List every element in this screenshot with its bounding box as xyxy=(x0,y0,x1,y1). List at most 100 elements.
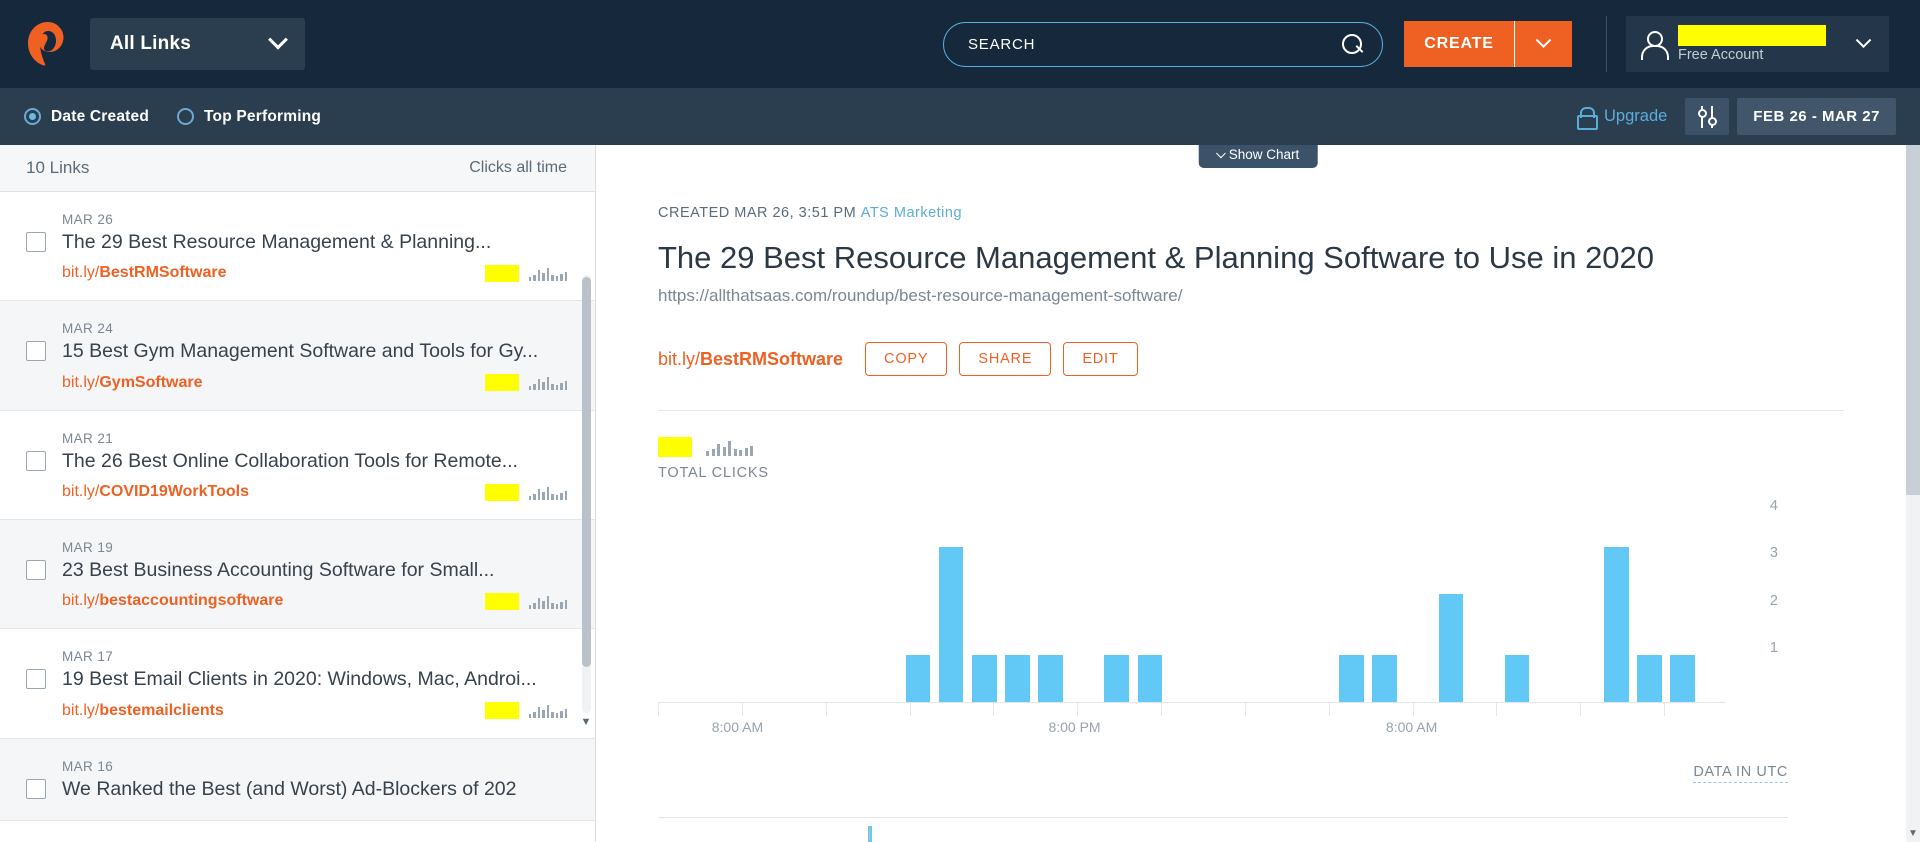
chart-bar[interactable] xyxy=(1670,655,1696,703)
link-item-body: MAR 16 We Ranked the Best (and Worst) Ad-… xyxy=(62,759,567,802)
sort-option-date-created[interactable]: Date Created xyxy=(24,108,149,126)
upgrade-link[interactable]: Upgrade xyxy=(1577,107,1668,130)
chart-bar[interactable] xyxy=(938,546,964,703)
chart-bar[interactable] xyxy=(1438,593,1464,703)
chart-bar[interactable] xyxy=(1504,655,1530,703)
chart-bar[interactable] xyxy=(1372,655,1398,703)
chart-x-tick-label: 8:00 AM xyxy=(1385,719,1438,736)
account-names: Free Account xyxy=(1678,25,1828,63)
search-input[interactable] xyxy=(968,36,1342,53)
link-list-item[interactable]: MAR 17 19 Best Email Clients in 2020: Win… xyxy=(0,629,595,739)
link-actions: bit.ly/BestRMSoftware COPY SHARE EDIT xyxy=(658,342,1844,377)
radio-unselected-icon[interactable] xyxy=(177,108,195,125)
filter-settings-button[interactable] xyxy=(1685,98,1730,135)
chart-tick-mark xyxy=(1161,702,1163,717)
link-checkbox[interactable] xyxy=(26,778,46,799)
short-link-prefix: bit.ly/ xyxy=(658,348,701,369)
sparkline-icon[interactable] xyxy=(528,375,567,391)
chart-y-tick-label: 2 xyxy=(1769,592,1778,609)
main-scrollbar-thumb[interactable] xyxy=(1906,145,1920,495)
link-checkbox[interactable] xyxy=(26,450,46,471)
search-box[interactable] xyxy=(943,22,1383,67)
chart-bar[interactable] xyxy=(1038,655,1063,703)
link-item-date: MAR 24 xyxy=(62,321,114,337)
sidebar-scrollbar-thumb[interactable] xyxy=(582,277,591,667)
created-date-label: CREATED MAR 26, 3:51 PM xyxy=(658,205,857,221)
link-checkbox[interactable] xyxy=(26,669,46,690)
clicks-bar-chart: 1 2 3 4 8:00 AM 8:00 PM 8:00 AM xyxy=(658,495,1788,745)
link-list-item[interactable]: MAR 16 We Ranked the Best (and Worst) Ad-… xyxy=(0,738,595,822)
share-button[interactable]: SHARE xyxy=(959,342,1052,377)
main-scroll-down-arrow[interactable]: ▼ xyxy=(1906,826,1920,842)
account-name-redacted xyxy=(1678,25,1826,46)
radio-selected-icon[interactable] xyxy=(24,108,41,125)
link-item-body: MAR 26 The 29 Best Resource Management & … xyxy=(62,212,567,282)
chart-bar[interactable] xyxy=(1104,655,1129,703)
link-item-title[interactable]: 15 Best Gym Management Software and Tool… xyxy=(62,339,567,364)
link-item-title[interactable]: The 26 Best Online Collaboration Tools f… xyxy=(62,449,567,474)
link-item-short-url[interactable]: bit.ly/GymSoftware xyxy=(62,374,202,392)
search-icon[interactable] xyxy=(1342,33,1364,56)
link-checkbox[interactable] xyxy=(26,560,46,581)
data-in-utc-note[interactable]: DATA IN UTC xyxy=(1693,764,1788,784)
link-item-short-url[interactable]: bit.ly/bestemailclients xyxy=(62,702,224,720)
chart-bars xyxy=(658,495,1726,703)
link-list-item[interactable]: MAR 21 The 26 Best Online Collaboration T… xyxy=(0,411,595,521)
link-checkbox[interactable] xyxy=(26,232,46,252)
create-dropdown-toggle[interactable] xyxy=(1514,21,1572,67)
short-link[interactable]: bit.ly/BestRMSoftware xyxy=(658,349,843,370)
links-count-label: 10 Links xyxy=(26,158,90,177)
link-item-date: MAR 26 xyxy=(62,212,114,227)
create-button[interactable]: CREATE xyxy=(1404,21,1514,67)
link-item-title[interactable]: The 29 Best Resource Management & Planni… xyxy=(62,230,567,255)
link-item-title[interactable]: 23 Best Business Accounting Software for… xyxy=(62,558,567,583)
meta-separator: | xyxy=(867,826,872,842)
short-url-slug: COVID19WorkTools xyxy=(99,483,249,501)
account-menu[interactable]: Free Account xyxy=(1626,16,1889,72)
chart-bar[interactable] xyxy=(1339,655,1364,703)
sort-option-top-performing[interactable]: Top Performing xyxy=(177,108,321,126)
chart-bar[interactable] xyxy=(1005,655,1030,703)
all-links-dropdown[interactable]: All Links xyxy=(90,18,305,70)
chart-tick-mark xyxy=(825,702,827,717)
chart-bar[interactable] xyxy=(1637,655,1662,703)
bitly-logo[interactable] xyxy=(24,20,72,68)
link-item-short-url[interactable]: bit.ly/BestRMSoftware xyxy=(62,264,226,282)
link-item-body: MAR 24 15 Best Gym Management Software an… xyxy=(62,321,567,392)
chart-bar[interactable] xyxy=(905,655,931,703)
chart-bar[interactable] xyxy=(1604,546,1629,703)
sparkline-icon[interactable] xyxy=(528,703,567,719)
link-list-item[interactable]: MAR 19 23 Best Business Accounting Softwa… xyxy=(0,520,595,630)
link-checkbox[interactable] xyxy=(26,341,46,362)
sparkline-icon[interactable] xyxy=(528,485,567,500)
date-range-button[interactable]: FEB 26 - MAR 27 xyxy=(1737,98,1896,135)
link-item-short-url[interactable]: bit.ly/bestaccountingsoftware xyxy=(62,592,283,610)
chart-bar[interactable] xyxy=(971,655,997,703)
link-item-title[interactable]: 19 Best Email Clients in 2020: Windows, … xyxy=(62,667,567,692)
link-item-date: MAR 21 xyxy=(62,430,114,446)
link-item-short-url[interactable]: bit.ly/COVID19WorkTools xyxy=(62,483,249,501)
sparkline-icon[interactable] xyxy=(528,266,567,281)
link-detail-content: CREATED MAR 26, 3:51 PM | ATS Marketing … xyxy=(596,145,1920,842)
link-item-title[interactable]: We Ranked the Best (and Worst) Ad-Blocke… xyxy=(62,777,567,802)
total-clicks-block: TOTAL CLICKS xyxy=(658,437,1844,481)
upgrade-label: Upgrade xyxy=(1604,107,1668,125)
link-list-item[interactable]: MAR 26 The 29 Best Resource Management & … xyxy=(0,192,595,302)
sidebar-scroll-down-arrow[interactable]: ▼ xyxy=(579,715,593,729)
copy-button[interactable]: COPY xyxy=(865,342,948,377)
long-url: https://allthatsaas.com/roundup/best-res… xyxy=(658,286,1183,306)
chart-tick-mark xyxy=(1244,702,1246,717)
link-detail-panel: Show Chart CREATED MAR 26, 3:51 PM | ATS… xyxy=(596,145,1920,842)
sparkline-icon[interactable] xyxy=(528,594,567,609)
chart-bar[interactable] xyxy=(1137,655,1163,703)
link-item-stats xyxy=(473,264,567,282)
link-list-item[interactable]: MAR 24 15 Best Gym Management Software an… xyxy=(0,301,595,411)
show-chart-toggle[interactable]: Show Chart xyxy=(1198,145,1318,168)
links-sidebar: 10 Links Clicks all time MAR 26 The 29 Be… xyxy=(0,145,596,842)
chart-tick-mark xyxy=(1328,702,1330,717)
chart-x-tick-label: 8:00 AM xyxy=(711,719,764,736)
edit-button[interactable]: EDIT xyxy=(1063,342,1138,377)
chart-plot-area xyxy=(658,495,1726,717)
campaign-link[interactable]: ATS Marketing xyxy=(861,205,962,221)
link-item-body: MAR 21 The 26 Best Online Collaboration T… xyxy=(62,431,567,501)
